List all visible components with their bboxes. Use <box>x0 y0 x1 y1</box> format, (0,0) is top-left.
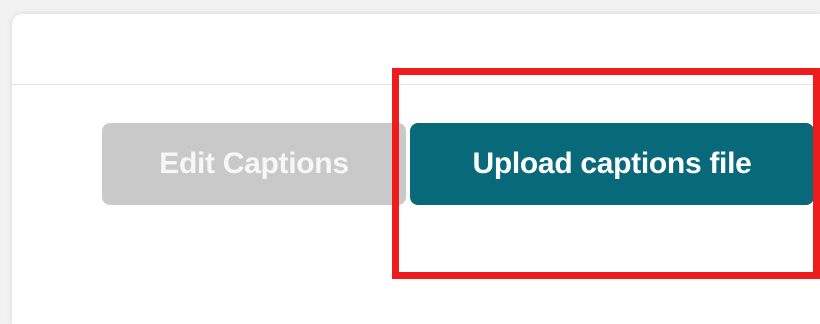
edit-captions-button[interactable]: Edit Captions <box>102 123 406 205</box>
upload-captions-file-button[interactable]: Upload captions file <box>410 123 814 205</box>
header-divider <box>12 84 820 85</box>
captions-dialog-panel: Edit Captions Upload captions file <box>12 14 820 324</box>
